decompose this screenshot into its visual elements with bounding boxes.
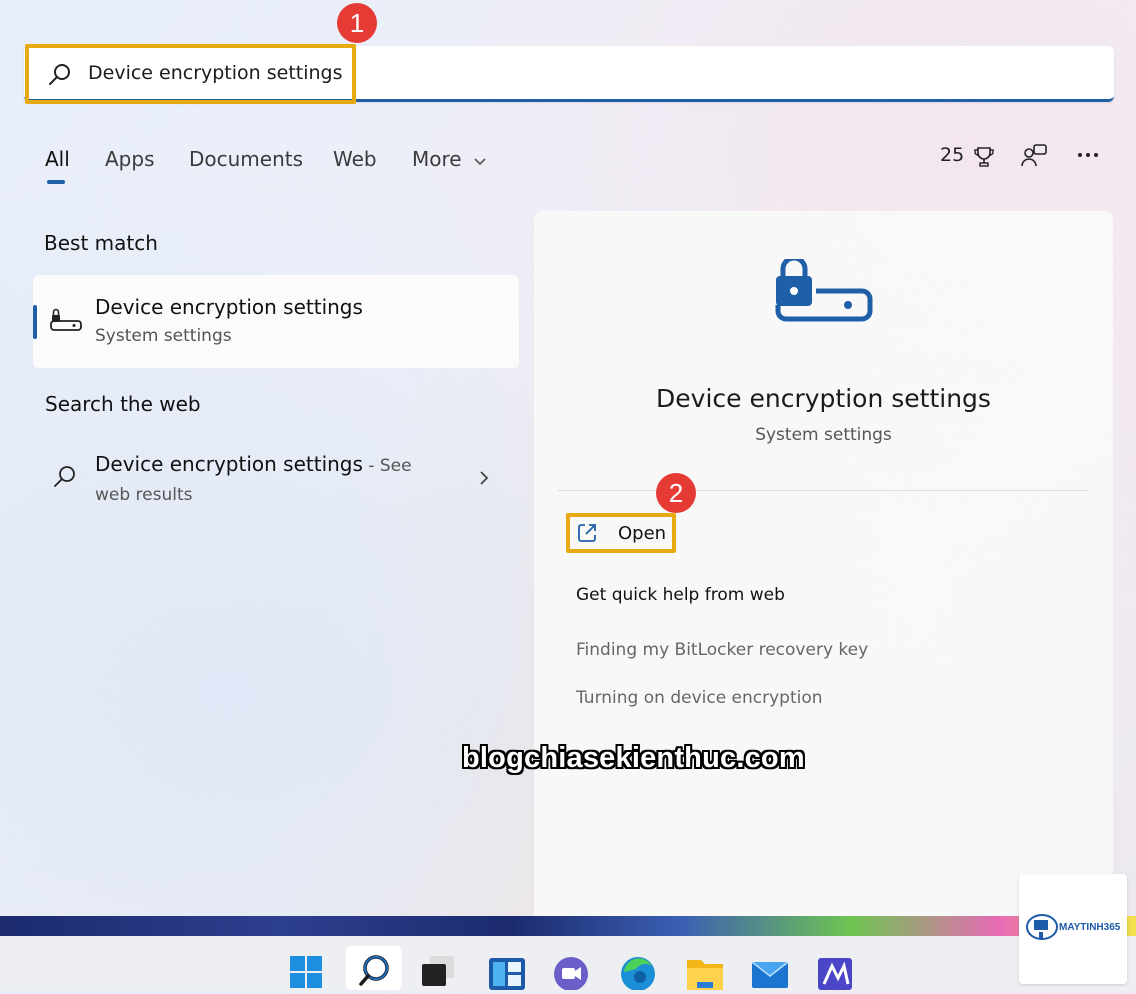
best-match-heading: Best match (44, 231, 158, 255)
search-icon[interactable] (346, 946, 402, 990)
chevron-down-icon (474, 157, 486, 165)
rewards-points[interactable]: 25 (940, 144, 996, 169)
open-highlight-box (566, 513, 676, 553)
step-badge-2: 2 (656, 473, 696, 513)
globe-computer-icon (1026, 914, 1058, 940)
web-search-result[interactable]: Device encryption settings - See web res… (33, 440, 519, 520)
more-options-icon[interactable] (1076, 151, 1100, 159)
best-match-subtitle: System settings (95, 326, 232, 346)
mail-icon[interactable] (748, 946, 792, 990)
tab-more[interactable]: More (412, 147, 487, 171)
store-app-icon[interactable] (814, 946, 858, 990)
search-web-heading: Search the web (45, 392, 201, 416)
edge-browser-icon[interactable] (616, 946, 660, 991)
widgets-icon[interactable] (485, 946, 529, 990)
watermark-text: blogchiasekienthuc.com (462, 742, 805, 774)
maytinh365-logo: MAYTINH365 (1019, 874, 1127, 984)
tab-more-label: More (412, 147, 462, 171)
file-explorer-icon[interactable] (683, 946, 727, 990)
tab-web[interactable]: Web (333, 147, 377, 171)
active-tab-indicator (47, 180, 65, 184)
best-match-result[interactable]: Device encryption settings System settin… (33, 275, 519, 368)
teams-chat-icon[interactable] (549, 946, 593, 991)
device-encryption-large-icon (775, 259, 873, 322)
best-match-title: Device encryption settings (95, 295, 363, 319)
task-view-icon[interactable] (416, 946, 460, 990)
chevron-right-icon (480, 471, 489, 485)
quick-help-heading: Get quick help from web (576, 585, 785, 605)
detail-title: Device encryption settings (656, 384, 991, 413)
tab-documents[interactable]: Documents (189, 147, 303, 171)
help-link-device-encryption[interactable]: Turning on device encryption (576, 688, 823, 708)
step-badge-1: 1 (337, 3, 377, 43)
selection-indicator (33, 305, 37, 339)
help-link-bitlocker[interactable]: Finding my BitLocker recovery key (576, 640, 868, 660)
tab-all[interactable]: All (45, 147, 70, 171)
rewards-points-value: 25 (940, 144, 965, 166)
web-result-suffix: - See (362, 456, 412, 476)
web-result-line2: web results (95, 485, 193, 505)
device-encryption-icon (50, 308, 82, 331)
web-result-title: Device encryption settings (95, 452, 363, 476)
logo-text: MAYTINH365 (1059, 922, 1121, 933)
windows-start-icon[interactable] (285, 946, 329, 990)
account-switch-icon[interactable] (1020, 143, 1048, 169)
search-highlight-box (25, 44, 356, 104)
detail-subtitle: System settings (755, 425, 892, 445)
trophy-icon (974, 146, 994, 167)
wallpaper-strip (0, 916, 1136, 938)
tab-apps[interactable]: Apps (105, 147, 155, 171)
search-icon (54, 466, 75, 487)
divider (558, 490, 1089, 491)
